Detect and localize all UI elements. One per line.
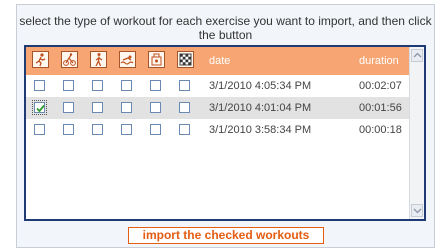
workout-date: 3/1/2010 4:01:04 PM: [209, 102, 312, 114]
workout-row-selected[interactable]: 3/1/2010 4:01:04 PM 00:01:56: [26, 97, 409, 119]
running-checkbox[interactable]: [34, 80, 45, 91]
workout-duration: 00:00:18: [359, 124, 402, 136]
workout-duration: 00:01:56: [359, 102, 402, 114]
workout-row[interactable]: 3/1/2010 4:05:34 PM 00:02:07: [26, 75, 409, 97]
running-checkbox-checked[interactable]: [32, 100, 47, 115]
list-header: date duration: [26, 47, 409, 75]
running-icon[interactable]: [32, 51, 49, 68]
race-checkbox[interactable]: [179, 102, 190, 113]
workout-duration: 00:02:07: [359, 80, 402, 92]
running-checkbox[interactable]: [34, 124, 45, 135]
workout-date: 3/1/2010 3:58:34 PM: [209, 124, 312, 136]
cycling-checkbox[interactable]: [63, 80, 74, 91]
walking-checkbox[interactable]: [92, 80, 103, 91]
race-flag-icon[interactable]: [177, 51, 194, 68]
vertical-scrollbar[interactable]: [409, 47, 424, 219]
cycling-checkbox[interactable]: [63, 124, 74, 135]
swimming-checkbox[interactable]: [121, 102, 132, 113]
race-checkbox[interactable]: [179, 124, 190, 135]
other-sport-checkbox[interactable]: [150, 80, 161, 91]
date-column-header[interactable]: date: [209, 55, 230, 67]
walking-icon[interactable]: [90, 51, 107, 68]
duration-column-header[interactable]: duration: [359, 55, 399, 67]
other-sport-checkbox[interactable]: [150, 102, 161, 113]
cycling-icon[interactable]: [61, 51, 78, 68]
workout-date: 3/1/2010 4:05:34 PM: [209, 80, 312, 92]
swimming-checkbox[interactable]: [121, 80, 132, 91]
instructions-text: select the type of workout for each exer…: [19, 14, 432, 42]
workout-list-panel: date duration 3/1/2010 4:05:34 PM 00:02:…: [24, 45, 426, 221]
scroll-down-button[interactable]: [411, 204, 423, 217]
scroll-up-button[interactable]: [411, 49, 423, 62]
swimming-icon[interactable]: [119, 51, 136, 68]
import-checked-workouts-button[interactable]: import the checked workouts: [128, 227, 324, 244]
cycling-checkbox[interactable]: [63, 102, 74, 113]
import-dialog: select the type of workout for each exer…: [16, 4, 435, 248]
swimming-checkbox[interactable]: [121, 124, 132, 135]
walking-checkbox[interactable]: [92, 124, 103, 135]
other-sport-checkbox[interactable]: [150, 124, 161, 135]
race-checkbox[interactable]: [179, 80, 190, 91]
walking-checkbox[interactable]: [92, 102, 103, 113]
other-sport-icon[interactable]: [148, 51, 165, 68]
workout-row[interactable]: 3/1/2010 3:58:34 PM 00:00:18: [26, 119, 409, 141]
